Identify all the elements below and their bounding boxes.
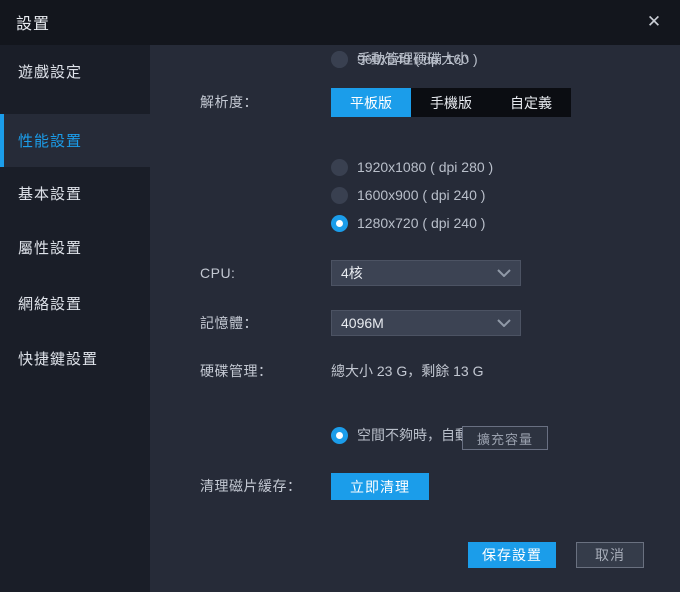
performance-settings-panel: 解析度： 平板版 手機版 自定義 1920x1080 ( dpi 280) 1… <box>150 45 680 592</box>
memory-dropdown[interactable]: 4096M <box>331 310 521 336</box>
resolution-tab-label: 手機版 <box>430 94 472 111</box>
memory-dropdown-value: 4096M <box>341 315 384 331</box>
radio-icon <box>331 426 348 444</box>
clean-cache-label: 清理磁片緩存： <box>200 478 302 494</box>
resolution-tab[interactable]: 平板版 <box>331 88 411 117</box>
sidebar-item-label: 快捷鍵設置 <box>18 351 99 368</box>
resolution-tab[interactable]: 自定義 <box>491 88 571 117</box>
cpu-dropdown-value: 4核 <box>341 265 363 281</box>
sidebar-item[interactable]: 性能設置 <box>0 114 150 167</box>
resolution-option-label: 1600x900 ( dpi 240 ) <box>357 187 486 203</box>
resolution-option-label: 1280x720 ( dpi 240 ) <box>357 215 486 231</box>
save-settings-button[interactable]: 保存設置 <box>468 542 556 568</box>
sidebar-item[interactable]: 基本設置 <box>0 167 150 220</box>
sidebar-item-label: 遊戲設定 <box>18 64 83 81</box>
resolution-tab-label: 自定義 <box>510 94 552 111</box>
cancel-button[interactable]: 取消 <box>576 542 644 568</box>
expand-capacity-button[interactable]: 擴充容量 <box>462 426 548 450</box>
resolution-radio-option[interactable]: 1600x900 ( dpi 240 ) <box>331 181 485 209</box>
sidebar-item[interactable]: 網絡設置 <box>0 277 150 330</box>
window-title: 設置 <box>16 16 51 33</box>
sidebar-item-label: 網絡設置 <box>18 296 83 313</box>
sidebar-item-label: 性能設置 <box>18 133 83 150</box>
disk-radio-option[interactable]: 手動管理硬碟大小 <box>331 45 469 73</box>
sidebar-item-label: 基本設置 <box>18 186 83 203</box>
resolution-option-label: 1920x1080 ( dpi 280 ) <box>357 159 494 175</box>
radio-icon <box>331 186 348 204</box>
settings-sidebar: 性能設置 基本設置 屬性設置 網絡設置 快捷鍵設置 遊戲設定 <box>0 45 150 592</box>
radio-icon <box>331 214 348 232</box>
title-bar: 設置 ✕ <box>0 0 680 45</box>
disk-label: 硬碟管理： <box>200 363 273 379</box>
settings-window: 設置 ✕ 性能設置 基本設置 屬性設置 網絡設置 快捷鍵設置 遊戲設定 解析度：… <box>0 0 680 592</box>
resolution-tab[interactable]: 手機版 <box>411 88 491 117</box>
resolution-radio-option[interactable]: 1280x720 ( dpi 240 ) <box>331 209 485 237</box>
resolution-tabs: 平板版 手機版 自定義 <box>331 88 571 117</box>
sidebar-item[interactable]: 遊戲設定 <box>0 45 150 98</box>
resolution-tab-label: 平板版 <box>350 94 392 111</box>
sidebar-item-label: 屬性設置 <box>18 240 83 257</box>
resolution-label: 解析度： <box>200 94 258 110</box>
disk-option-label: 手動管理硬碟大小 <box>357 51 469 67</box>
sidebar-item[interactable]: 快捷鍵設置 <box>0 332 150 385</box>
cpu-dropdown[interactable]: 4核 <box>331 260 521 286</box>
radio-icon <box>331 158 348 176</box>
sidebar-item[interactable]: 屬性設置 <box>0 221 150 274</box>
clean-now-button[interactable]: 立即清理 <box>331 473 429 500</box>
chevron-down-icon <box>497 319 511 327</box>
cpu-label: CPU: <box>200 265 236 281</box>
radio-icon <box>331 50 348 68</box>
memory-label: 記憶體： <box>200 315 258 331</box>
close-icon: ✕ <box>646 12 662 31</box>
chevron-down-icon <box>497 269 511 277</box>
disk-summary: 總大小 23 G，剩餘 13 G <box>331 363 484 379</box>
resolution-radio-option[interactable]: 1920x1080 ( dpi 280 ) <box>331 153 493 181</box>
close-button[interactable]: ✕ <box>640 8 668 36</box>
